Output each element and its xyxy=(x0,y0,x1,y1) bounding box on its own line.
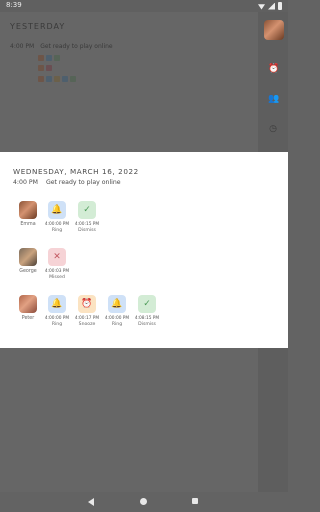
event-dismiss[interactable]: ✓ 4:08:15 PM Dismiss xyxy=(134,295,160,327)
avatar xyxy=(19,201,37,219)
person-name: Peter xyxy=(21,316,35,321)
alarm-clock-icon[interactable]: ⏰ xyxy=(268,64,279,74)
event-time: 4:08:15 PM xyxy=(134,316,160,321)
bell-icon: 🔔 xyxy=(48,201,66,219)
event-time: 4:00:15 PM xyxy=(74,222,100,227)
event-ring[interactable]: 🔔 4:00:00 PM Ring xyxy=(44,295,70,327)
recents-icon[interactable] xyxy=(192,498,198,504)
bell-icon xyxy=(46,55,52,61)
person-emma[interactable]: Emma xyxy=(14,201,42,227)
check-icon: ✓ xyxy=(78,201,96,219)
background-summary-row xyxy=(38,55,60,61)
background-entry-message: Get ready to play online xyxy=(40,43,113,50)
signal-icon xyxy=(268,2,275,10)
battery-icon xyxy=(278,2,282,10)
bell-icon: 🔔 xyxy=(48,295,66,313)
background-summary-row xyxy=(38,65,52,71)
background-entry-time: 4:00 PM xyxy=(10,43,35,50)
event-time: 4:00:00 PM xyxy=(44,316,70,321)
back-icon[interactable] xyxy=(88,498,94,506)
person-peter[interactable]: Peter xyxy=(14,295,42,321)
sheet-date-header: WEDNESDAY, MARCH 16, 2022 xyxy=(13,167,139,176)
status-time: 8:39 xyxy=(6,1,22,9)
alarm-clock-icon xyxy=(54,76,60,82)
avatar xyxy=(38,65,44,71)
event-label: Dismiss xyxy=(78,228,96,233)
event-time: 4:00:00 PM xyxy=(104,316,130,321)
event-missed[interactable]: ✕ 4:00:03 PM Missed xyxy=(44,248,70,280)
sheet-alarm-message: Get ready to play online xyxy=(45,179,121,186)
event-ring[interactable]: 🔔 4:00:00 PM Ring xyxy=(104,295,130,327)
sheet-alarm-time: 4:00 PM xyxy=(13,179,38,186)
profile-avatar[interactable] xyxy=(264,20,284,40)
close-icon: ✕ xyxy=(48,248,66,266)
section-header-yesterday: YESTERDAY xyxy=(10,22,66,31)
event-time: 4:00:17 PM xyxy=(74,316,100,321)
avatar xyxy=(38,76,44,82)
event-label: Ring xyxy=(111,322,123,327)
event-label: Ring xyxy=(51,322,63,327)
avatar xyxy=(19,295,37,313)
event-time: 4:00:00 PM xyxy=(44,222,70,227)
status-bar: 8:39 xyxy=(0,0,288,12)
home-icon[interactable] xyxy=(140,498,147,505)
history-icon[interactable]: ◷ xyxy=(268,124,278,134)
status-icons xyxy=(258,2,282,10)
wifi-icon xyxy=(258,4,265,10)
person-name: George xyxy=(19,269,37,274)
event-ring[interactable]: 🔔 4:00:00 PM Ring xyxy=(44,201,70,233)
close-icon xyxy=(46,65,52,71)
alarm-clock-icon: ⏰ xyxy=(78,295,96,313)
background-entry[interactable]: 4:00 PM Get ready to play online xyxy=(10,43,113,50)
event-label: Ring xyxy=(51,228,63,233)
sheet-alarm-line: 4:00 PM Get ready to play online xyxy=(13,179,121,186)
event-dismiss[interactable]: ✓ 4:00:15 PM Dismiss xyxy=(74,201,100,233)
event-snooze[interactable]: ⏰ 4:00:17 PM Snooze xyxy=(74,295,100,327)
bell-icon xyxy=(46,76,52,82)
check-icon xyxy=(70,76,76,82)
person-name: Emma xyxy=(20,222,36,227)
check-icon: ✓ xyxy=(138,295,156,313)
background-summary-row xyxy=(38,76,76,82)
bell-icon: 🔔 xyxy=(108,295,126,313)
avatar xyxy=(19,248,37,266)
avatar xyxy=(38,55,44,61)
event-label: Dismiss xyxy=(138,322,156,327)
check-icon xyxy=(54,55,60,61)
person-george[interactable]: George xyxy=(14,248,42,274)
people-icon[interactable]: 👥 xyxy=(268,94,279,104)
event-time: 4:00:03 PM xyxy=(44,269,70,274)
bell-icon xyxy=(62,76,68,82)
event-label: Missed xyxy=(49,275,65,280)
event-label: Snooze xyxy=(78,322,96,327)
